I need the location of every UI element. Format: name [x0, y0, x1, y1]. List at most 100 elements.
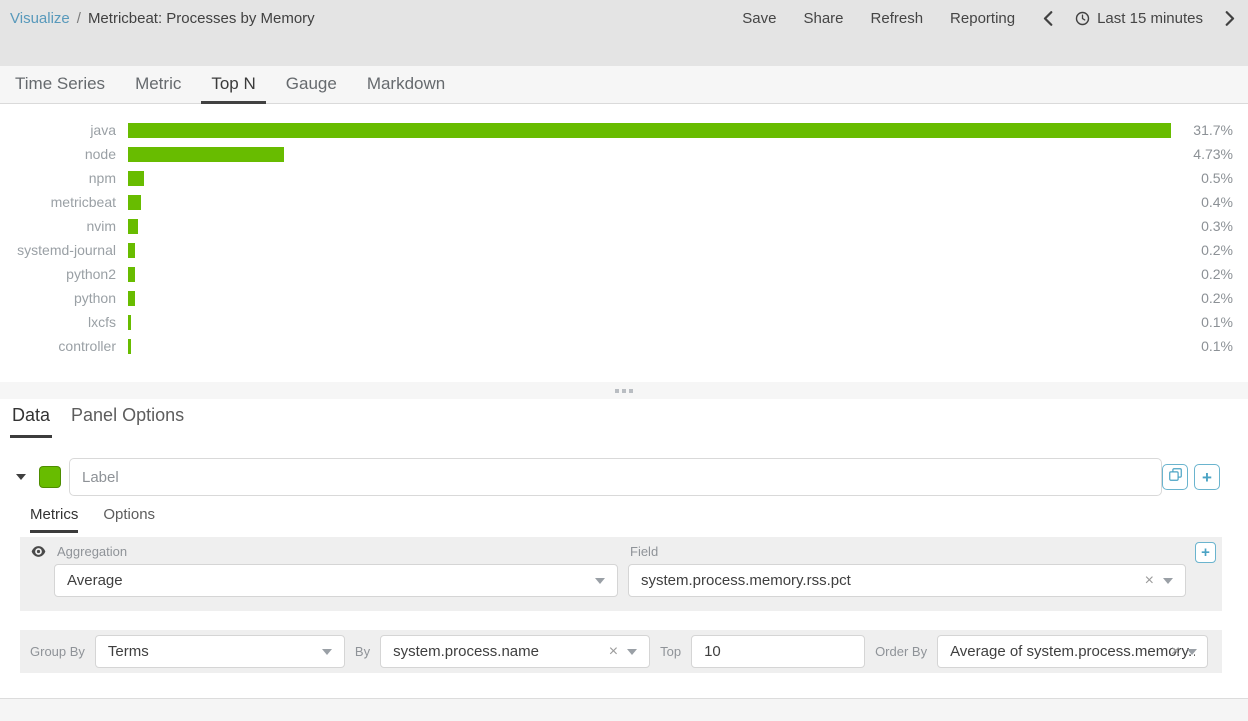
breadcrumb: Visualize / Metricbeat: Processes by Mem…: [10, 9, 315, 27]
bar-track: [128, 315, 1171, 330]
tab-metric[interactable]: Metric: [125, 66, 191, 104]
tab-options[interactable]: Options: [103, 506, 155, 533]
bar-track: [128, 291, 1171, 306]
bar: [128, 243, 135, 258]
header-action-save[interactable]: Save: [742, 10, 776, 27]
timepicker-button[interactable]: Last 15 minutes: [1075, 10, 1203, 27]
app-header: Visualize / Metricbeat: Processes by Mem…: [0, 0, 1248, 66]
page-title: Metricbeat: Processes by Memory: [88, 10, 315, 27]
tab-time-series[interactable]: Time Series: [5, 66, 115, 104]
bar-label: controller: [0, 338, 116, 354]
timepicker-label: Last 15 minutes: [1097, 10, 1203, 27]
by-field-select[interactable]: system.process.name ×: [380, 635, 650, 668]
bar-value: 0.1%: [1183, 314, 1233, 330]
bar-value: 0.3%: [1183, 218, 1233, 234]
timepicker-group: Last 15 minutes: [1042, 10, 1236, 27]
field-select[interactable]: system.process.memory.rss.pct ×: [628, 564, 1186, 597]
order-by-label: Order By: [875, 644, 927, 659]
bar-value: 0.5%: [1183, 170, 1233, 186]
chart-row-java: java31.7%: [0, 118, 1248, 142]
bar-label: lxcfs: [0, 314, 116, 330]
bar-track: [128, 147, 1171, 162]
chart-row-systemd-journal: systemd-journal0.2%: [0, 238, 1248, 262]
clone-icon: [1169, 468, 1182, 486]
time-forward-button[interactable]: [1225, 11, 1236, 26]
add-series-button[interactable]: +: [1194, 464, 1220, 490]
drag-handle-dot: [629, 389, 633, 393]
drag-handle-dot: [615, 389, 619, 393]
bar-label: npm: [0, 170, 116, 186]
clear-icon[interactable]: ×: [609, 644, 618, 660]
order-by-icons: ×: [1171, 644, 1197, 660]
clear-icon[interactable]: ×: [1145, 573, 1154, 589]
tab-panel-options[interactable]: Panel Options: [69, 405, 186, 438]
tab-markdown[interactable]: Markdown: [357, 66, 455, 104]
time-back-button[interactable]: [1042, 11, 1053, 26]
aggregation-value: Average: [67, 572, 595, 589]
bar-track: [128, 243, 1171, 258]
bar-value: 0.2%: [1183, 242, 1233, 258]
tab-metrics[interactable]: Metrics: [30, 506, 78, 533]
bar-value: 4.73%: [1183, 146, 1233, 162]
clock-icon: [1075, 11, 1090, 26]
clear-icon[interactable]: ×: [1171, 644, 1180, 660]
aggregation-select[interactable]: Average: [54, 564, 618, 597]
chevron-down-icon: [1163, 578, 1173, 584]
header-action-reporting[interactable]: Reporting: [950, 10, 1015, 27]
editor-tabs: Data Panel Options: [10, 405, 186, 438]
series-color-swatch[interactable]: [39, 466, 61, 488]
top-n-input[interactable]: [691, 635, 865, 668]
eye-icon[interactable]: [31, 545, 46, 563]
bar: [128, 195, 141, 210]
bar-label: nvim: [0, 218, 116, 234]
series-collapse-caret[interactable]: [16, 474, 26, 480]
tab-gauge[interactable]: Gauge: [276, 66, 347, 104]
header-toolbar: Save Share Refresh Reporting Last 15 minute…: [742, 9, 1236, 27]
bar: [128, 171, 144, 186]
chevron-down-icon: [1187, 649, 1197, 655]
chart-row-controller: controller0.1%: [0, 334, 1248, 358]
order-by-select[interactable]: Average of system.process.memory.… ×: [937, 635, 1208, 668]
header-actions: Save Share Refresh Reporting: [742, 10, 1015, 27]
viz-type-tabs: Time Series Metric Top N Gauge Markdown: [0, 66, 1248, 104]
chart-row-node: node4.73%: [0, 142, 1248, 166]
tab-top-n[interactable]: Top N: [201, 66, 265, 104]
breadcrumb-visualize-link[interactable]: Visualize: [10, 10, 70, 27]
bar: [128, 123, 1171, 138]
bar-track: [128, 195, 1171, 210]
top-label: Top: [660, 644, 681, 659]
bar-value: 31.7%: [1183, 122, 1233, 138]
bar: [128, 315, 131, 330]
chevron-down-icon: [627, 649, 637, 655]
field-value: system.process.memory.rss.pct: [641, 572, 1145, 589]
panel-resize-handle[interactable]: [0, 382, 1248, 399]
chart-row-npm: npm 0.5%: [0, 166, 1248, 190]
header-action-refresh[interactable]: Refresh: [871, 10, 924, 27]
bar: [128, 291, 135, 306]
order-by-value: Average of system.process.memory.…: [950, 643, 1195, 660]
aggregation-panel: Aggregation Field Average system.process…: [20, 537, 1222, 611]
bar-track: [128, 171, 1171, 186]
chevron-right-icon: [1225, 11, 1236, 26]
bar-label: python2: [0, 266, 116, 282]
add-metric-button[interactable]: +: [1195, 542, 1216, 563]
bar-track: [128, 219, 1171, 234]
header-action-share[interactable]: Share: [803, 10, 843, 27]
chart-row-nvim: nvim 0.3%: [0, 214, 1248, 238]
clone-series-button[interactable]: [1162, 464, 1188, 490]
bar: [128, 219, 138, 234]
breadcrumb-separator: /: [77, 10, 81, 27]
tab-data[interactable]: Data: [10, 405, 52, 438]
chevron-left-icon: [1042, 11, 1053, 26]
bar-track: [128, 339, 1171, 354]
group-by-label: Group By: [28, 644, 85, 659]
series-row: +: [16, 458, 1220, 496]
bar-label: metricbeat: [0, 194, 116, 210]
series-label-input[interactable]: [69, 458, 1162, 496]
by-field-value: system.process.name: [393, 643, 609, 660]
plus-icon: +: [1202, 469, 1212, 486]
group-by-panel: Group By Terms By system.process.name × …: [20, 630, 1222, 673]
group-by-select[interactable]: Terms: [95, 635, 345, 668]
bar-track: [128, 123, 1171, 138]
series-tabs: Metrics Options: [30, 506, 155, 533]
